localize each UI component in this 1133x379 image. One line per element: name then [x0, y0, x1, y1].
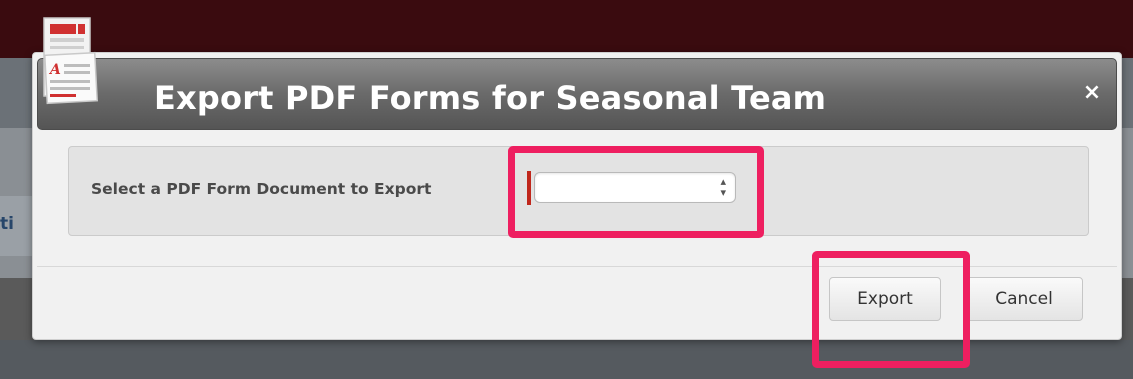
- pdf-document-icon: A: [43, 17, 99, 105]
- pdf-form-select[interactable]: ▴ ▾: [534, 172, 736, 203]
- pdf-form-select-label: Select a PDF Form Document to Export: [91, 180, 432, 198]
- export-button[interactable]: Export: [829, 277, 941, 321]
- select-arrows-icon: ▴ ▾: [720, 175, 726, 199]
- cancel-button[interactable]: Cancel: [965, 277, 1083, 321]
- dialog-header: Export PDF Forms for Seasonal Team ×: [37, 58, 1117, 130]
- close-icon[interactable]: ×: [1080, 81, 1104, 105]
- background-bottom: [0, 340, 1133, 379]
- form-panel: Select a PDF Form Document to Export ▴ ▾: [68, 146, 1089, 236]
- background-topbar: [0, 0, 1133, 58]
- export-pdf-dialog: Export PDF Forms for Seasonal Team × Sel…: [32, 52, 1122, 340]
- footer-divider: [37, 266, 1117, 267]
- svg-text:A: A: [48, 62, 61, 78]
- dialog-title: Export PDF Forms for Seasonal Team: [154, 79, 827, 117]
- background-partial-text: ti: [0, 214, 14, 234]
- required-marker: [527, 171, 531, 205]
